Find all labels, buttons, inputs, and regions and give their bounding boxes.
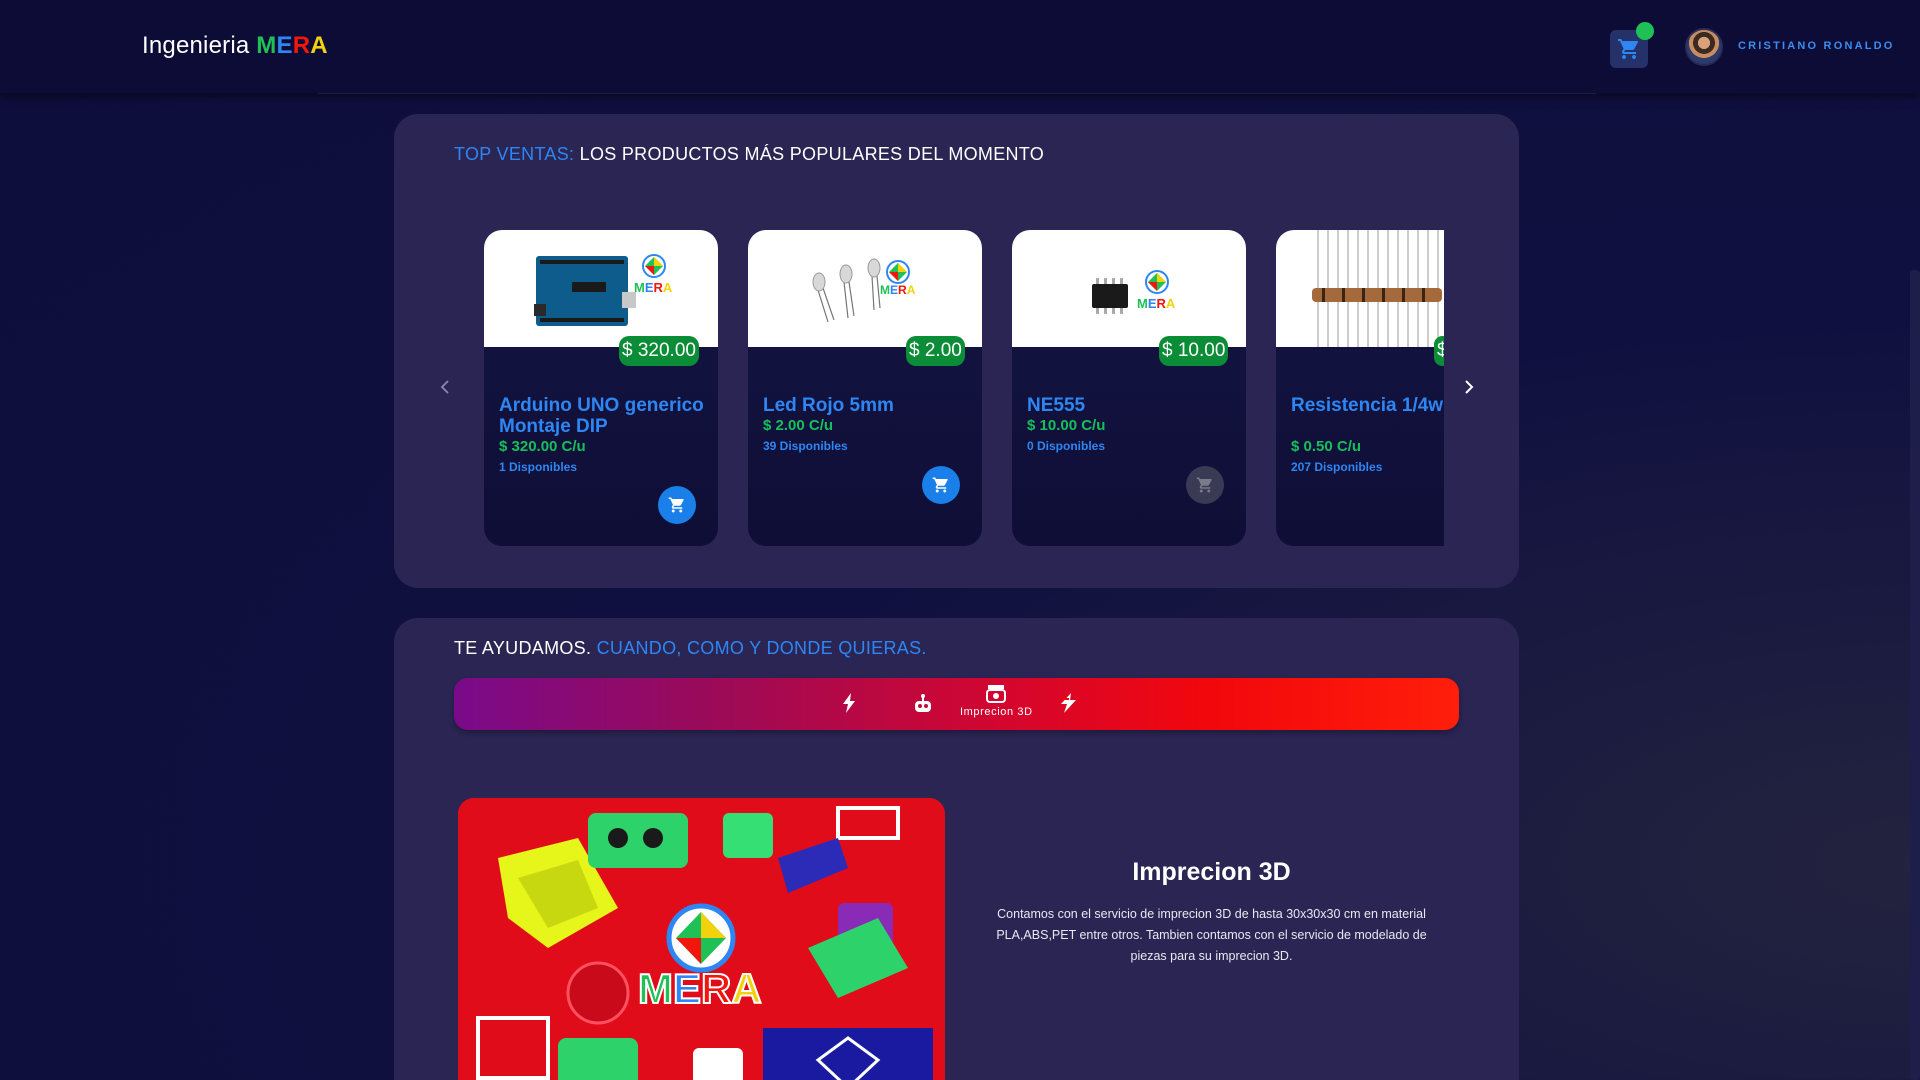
top-navbar: Ingenieria MERA CRISTIANO RONALDO bbox=[0, 0, 1920, 93]
price-tag: $ bbox=[1434, 336, 1444, 366]
tab-electricity[interactable] bbox=[842, 693, 856, 713]
add-to-cart-button[interactable] bbox=[922, 466, 960, 504]
top-sales-title-rest: LOS PRODUCTOS MÁS POPULARES DEL MOMENTO bbox=[574, 144, 1045, 164]
price-tag: $ 10.00 bbox=[1159, 336, 1229, 366]
product-stock: 1 Disponibles bbox=[499, 460, 578, 474]
brand-letter-r: R bbox=[292, 32, 311, 59]
services-title: TE AYUDAMOS. CUANDO, COMO Y DONDE QUIERA… bbox=[454, 638, 927, 659]
product-unit-price: $ 320.00 C/u bbox=[499, 438, 586, 455]
services-tab-bar: Imprecion 3D bbox=[454, 678, 1459, 730]
tab-3d-printing[interactable]: Imprecion 3D bbox=[960, 684, 1033, 718]
product-unit-price: $ 10.00 C/u bbox=[1027, 417, 1106, 434]
service-heading: Imprecion 3D bbox=[1132, 858, 1291, 886]
shopping-cart-icon bbox=[932, 477, 948, 493]
product-stock: 207 Disponibles bbox=[1291, 460, 1383, 474]
cart-badge bbox=[1636, 22, 1654, 40]
svg-text:MERA: MERA bbox=[880, 283, 916, 297]
product-unit-price: $ 2.00 C/u bbox=[763, 417, 834, 434]
product-name[interactable]: Resistencia 1/4w ohm bbox=[1291, 395, 1444, 416]
chevron-left-icon bbox=[440, 380, 449, 394]
brand-letter-e: E bbox=[276, 32, 293, 59]
arduino-board-image: MERA bbox=[534, 254, 673, 326]
svg-text:MERA: MERA bbox=[634, 280, 673, 295]
product-name[interactable]: Led Rojo 5mm bbox=[763, 395, 973, 416]
ic-chip-image: MERA bbox=[1092, 270, 1176, 314]
product-image bbox=[1276, 230, 1444, 347]
tab-robotics[interactable] bbox=[912, 694, 934, 714]
product-carousel: MERA $ 320.00 Arduino UNO generico Monta… bbox=[484, 230, 1444, 546]
price-tag: $ 320.00 bbox=[619, 336, 699, 366]
product-image: MERA bbox=[1012, 230, 1246, 347]
tab-3d-printing-label: Imprecion 3D bbox=[960, 706, 1033, 718]
shopping-cart-icon bbox=[668, 497, 684, 513]
add-to-cart-button[interactable] bbox=[1186, 466, 1224, 504]
brand-prefix: Ingenieria bbox=[142, 32, 257, 59]
product-image: MERA bbox=[748, 230, 982, 347]
add-to-cart-button[interactable] bbox=[658, 486, 696, 524]
top-sales-title-accent: TOP VENTAS: bbox=[454, 144, 575, 164]
product-name[interactable]: Arduino UNO generico Montaje DIP bbox=[499, 395, 709, 437]
service-description: Contamos con el servicio de imprecion 3D… bbox=[996, 907, 1427, 963]
service-image: MERA bbox=[458, 798, 945, 1080]
services-title-accent: CUANDO, COMO Y DONDE QUIERAS. bbox=[591, 638, 927, 658]
product-name[interactable]: NE555 bbox=[1027, 395, 1237, 416]
svg-text:MERA: MERA bbox=[1137, 296, 1176, 311]
chevron-right-icon bbox=[1465, 380, 1474, 394]
carousel-prev-button[interactable] bbox=[440, 378, 452, 399]
top-sales-title: TOP VENTAS: LOS PRODUCTOS MÁS POPULARES … bbox=[454, 144, 1044, 165]
page-scrollbar[interactable] bbox=[1910, 270, 1920, 1080]
brand-logo[interactable]: Ingenieria MERA bbox=[142, 32, 328, 60]
product-card[interactable]: MERA $ 10.00 NE555 $ 10.00 C/u 0 Disponi… bbox=[1012, 230, 1246, 546]
brand-letter-a: A bbox=[310, 32, 328, 59]
led-image: MERA bbox=[812, 258, 916, 323]
product-unit-price: $ 0.50 C/u bbox=[1291, 438, 1362, 455]
header-divider bbox=[318, 93, 1596, 94]
printer-3d-icon bbox=[986, 685, 1007, 703]
brand-letter-m: M bbox=[256, 32, 277, 59]
services-title-plain: TE AYUDAMOS. bbox=[454, 638, 592, 658]
svg-text:MERA: MERA bbox=[638, 965, 762, 1012]
resistors-image bbox=[1312, 230, 1442, 347]
shopping-cart-icon bbox=[1618, 39, 1638, 59]
user-name[interactable]: CRISTIANO RONALDO bbox=[1738, 40, 1895, 52]
tab-pcb[interactable] bbox=[1059, 693, 1079, 713]
product-card[interactable]: MERA $ 320.00 Arduino UNO generico Monta… bbox=[484, 230, 718, 546]
shopping-cart-icon bbox=[1196, 477, 1212, 493]
pcb-icon bbox=[1061, 693, 1076, 713]
price-tag: $ 2.00 bbox=[906, 336, 965, 366]
robot-icon bbox=[915, 694, 931, 712]
product-card[interactable]: $ Resistencia 1/4w ohm $ 0.50 C/u 207 Di… bbox=[1276, 230, 1444, 546]
product-image: MERA bbox=[484, 230, 718, 347]
product-stock: 0 Disponibles bbox=[1027, 439, 1106, 453]
product-card[interactable]: MERA $ 2.00 Led Rojo 5mm $ 2.00 C/u 39 D… bbox=[748, 230, 982, 546]
avatar[interactable] bbox=[1685, 28, 1723, 66]
lightning-icon bbox=[843, 693, 855, 713]
carousel-next-button[interactable] bbox=[1463, 378, 1475, 399]
product-stock: 39 Disponibles bbox=[763, 439, 848, 453]
3d-printed-parts-image: MERA bbox=[458, 798, 945, 1080]
